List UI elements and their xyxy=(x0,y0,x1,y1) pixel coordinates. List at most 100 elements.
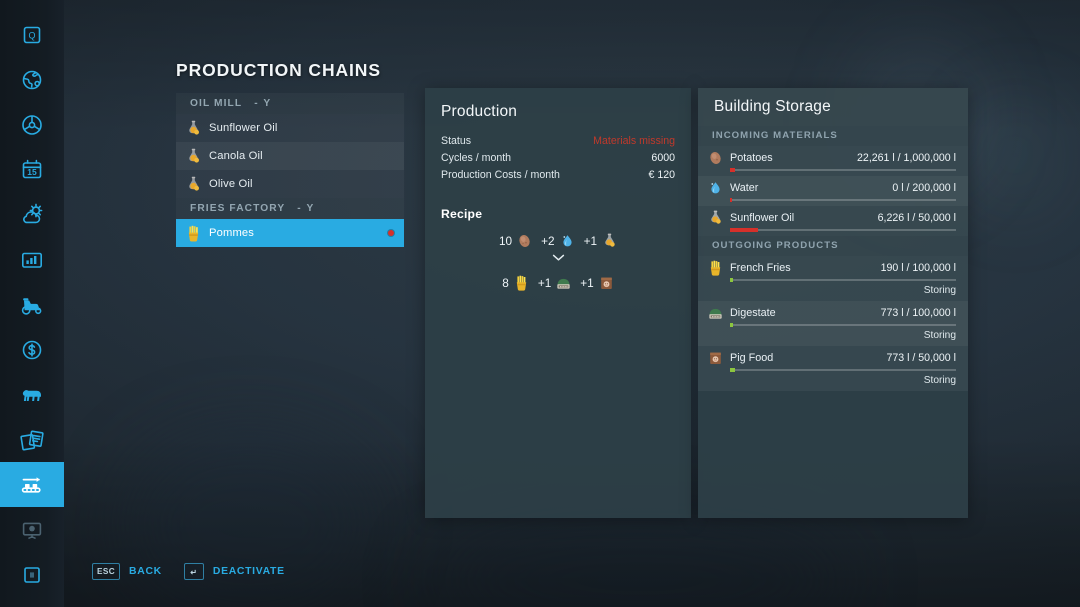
chain-item-olive-oil[interactable]: Olive Oil xyxy=(176,170,404,198)
sidebar-item-statistics[interactable] xyxy=(0,237,64,282)
svg-text:15: 15 xyxy=(27,167,37,177)
costs-value: € 120 xyxy=(648,168,675,181)
row-label: Cycles / month xyxy=(441,151,512,164)
quest-icon: Q xyxy=(20,23,44,47)
storage-item-name: Pig Food xyxy=(730,352,774,364)
recipe-output-amount: +1 xyxy=(537,276,552,290)
group-header-oil-mill: OIL MILL - Y xyxy=(176,93,404,114)
storage-item-amount: 773 l / 100,000 l xyxy=(880,307,956,319)
storage-item-amount: 0 l / 200,000 l xyxy=(892,182,956,194)
chain-item-pommes[interactable]: Pommes xyxy=(176,219,404,247)
fill-bar xyxy=(730,228,956,232)
pig-food-icon xyxy=(708,350,723,366)
key-esc: ESC xyxy=(92,563,121,580)
background-blur-3 xyxy=(120,430,380,607)
fill-bar xyxy=(730,323,956,327)
sidebar-item-construction[interactable] xyxy=(0,507,64,552)
water-drop-icon xyxy=(560,233,575,249)
footer-hints: ESC BACK ↵ DEACTIVATE xyxy=(92,563,285,580)
oil-bottle-icon xyxy=(186,120,201,137)
chevron-down-icon xyxy=(425,252,691,263)
oil-bottle-icon xyxy=(708,210,723,226)
storage-row-pig-food[interactable]: Pig Food 773 l / 50,000 l Storing xyxy=(698,346,968,391)
chain-item-sunflower-oil[interactable]: Sunflower Oil xyxy=(176,114,404,142)
sidebar-item-settings[interactable] xyxy=(0,552,64,597)
sidebar-item-weather[interactable] xyxy=(0,192,64,237)
hint-label: BACK xyxy=(129,566,162,577)
storage-row-potatoes[interactable]: Potatoes 22,261 l / 1,000,000 l xyxy=(698,146,968,176)
fill-bar xyxy=(730,198,956,202)
sidebar-item-garage[interactable] xyxy=(0,282,64,327)
chain-item-label: Olive Oil xyxy=(209,178,253,190)
section-header-outgoing: OUTGOING PRODUCTS xyxy=(698,236,968,256)
status-value: Materials missing xyxy=(593,134,675,147)
storage-row-french-fries[interactable]: French Fries 190 l / 100,000 l Storing xyxy=(698,256,968,301)
storage-item-state: Storing xyxy=(923,285,956,296)
storage-item-name: Water xyxy=(730,182,759,194)
recipe-title: Recipe xyxy=(441,207,483,221)
storage-item-amount: 773 l / 50,000 l xyxy=(886,352,956,364)
group-name: OIL MILL xyxy=(190,98,243,109)
potato-icon xyxy=(708,150,723,166)
production-icon xyxy=(17,472,47,498)
water-drop-icon xyxy=(708,180,723,196)
storage-item-state: Storing xyxy=(923,375,956,386)
recipe-outputs: 8 +1 +1 xyxy=(425,275,691,291)
sidebar-item-quests[interactable]: Q xyxy=(0,12,64,57)
storage-row-digestate[interactable]: Digestate 773 l / 100,000 l Storing xyxy=(698,301,968,346)
chain-item-label: Canola Oil xyxy=(209,150,263,162)
storage-row-water[interactable]: Water 0 l / 200,000 l xyxy=(698,176,968,206)
fill-bar xyxy=(730,168,956,172)
chain-item-label: Pommes xyxy=(209,227,255,239)
storage-item-amount: 190 l / 100,000 l xyxy=(880,262,956,274)
background-blur-2 xyxy=(960,90,1070,220)
recipe-input-amount: 10 xyxy=(498,234,513,248)
tractor-icon xyxy=(18,292,46,318)
digestate-icon xyxy=(708,305,723,321)
statistics-icon xyxy=(19,247,45,273)
group-name: FRIES FACTORY xyxy=(190,203,286,214)
finances-icon xyxy=(19,337,45,363)
recipe-inputs: 10 +2 +1 xyxy=(425,233,691,249)
animals-icon xyxy=(17,382,47,408)
building-storage-panel: Building Storage INCOMING MATERIALS Pota… xyxy=(698,88,968,518)
status-dot-inactive xyxy=(388,230,394,236)
fill-bar xyxy=(730,368,956,372)
storage-panel-title: Building Storage xyxy=(698,88,968,126)
pig-food-icon xyxy=(599,275,614,291)
page-title: PRODUCTION CHAINS xyxy=(176,60,381,80)
svg-text:Q: Q xyxy=(28,30,35,40)
sidebar-item-animals[interactable] xyxy=(0,372,64,417)
steering-wheel-icon xyxy=(19,112,45,138)
sidebar-item-production[interactable] xyxy=(0,462,64,507)
weather-icon xyxy=(19,201,46,228)
production-panel: Production Status Materials missing Cycl… xyxy=(425,88,691,518)
group-hotkey: - Y xyxy=(297,203,315,214)
construction-icon xyxy=(19,517,45,543)
contracts-icon xyxy=(18,427,46,453)
storage-item-amount: 6,226 l / 50,000 l xyxy=(877,212,956,224)
key-enter: ↵ xyxy=(183,563,204,580)
recipe-input-amount: +1 xyxy=(583,234,598,248)
recipe-output-amount: +1 xyxy=(580,276,594,290)
chain-item-canola-oil[interactable]: Canola Oil xyxy=(176,142,404,170)
group-header-fries-factory: FRIES FACTORY - Y xyxy=(176,198,404,219)
sidebar-item-contracts[interactable] xyxy=(0,417,64,462)
fill-bar xyxy=(730,278,956,282)
hint-deactivate[interactable]: ↵ DEACTIVATE xyxy=(183,563,285,580)
storage-item-name: Digestate xyxy=(730,307,776,319)
digestate-icon xyxy=(556,275,571,291)
french-fries-icon xyxy=(186,225,201,242)
storage-row-sunflower-oil[interactable]: Sunflower Oil 6,226 l / 50,000 l xyxy=(698,206,968,236)
hint-back[interactable]: ESC BACK xyxy=(92,563,162,580)
production-row-costs: Production Costs / month € 120 xyxy=(425,166,691,183)
sidebar-item-map[interactable] xyxy=(0,57,64,102)
production-row-cycles: Cycles / month 6000 xyxy=(425,149,691,166)
sidebar-item-vehicles[interactable] xyxy=(0,102,64,147)
recipe-output-amount: 8 xyxy=(502,276,509,290)
storage-item-amount: 22,261 l / 1,000,000 l xyxy=(857,152,956,164)
oil-bottle-icon xyxy=(602,233,617,249)
sidebar-item-calendar[interactable]: 15 xyxy=(0,147,64,192)
sidebar-item-finances[interactable] xyxy=(0,327,64,372)
settings-icon xyxy=(20,563,44,587)
